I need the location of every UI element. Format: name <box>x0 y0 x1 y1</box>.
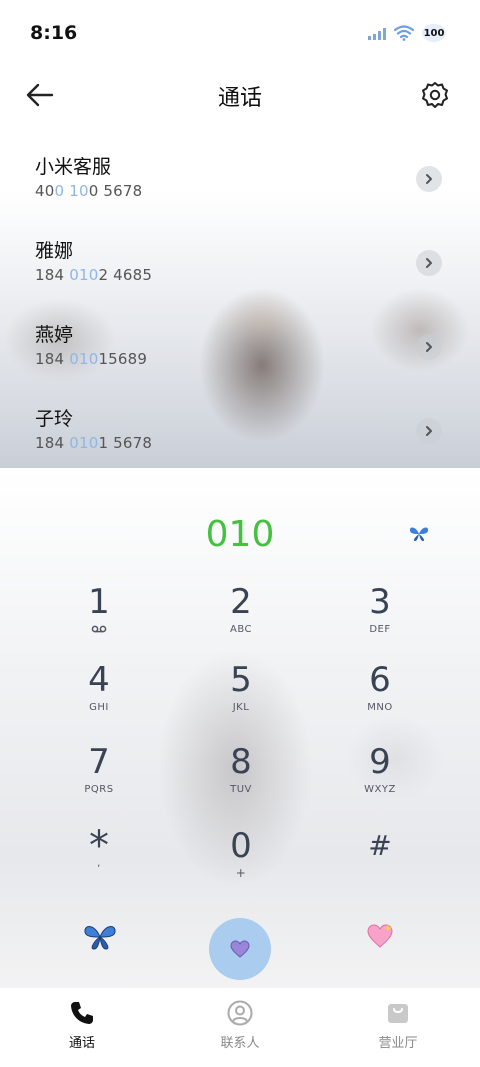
key-9[interactable]: 9 WXYZ <box>325 742 435 812</box>
contact-row-xiaomi-service[interactable]: 小米客服 400 100 5678 <box>0 152 480 236</box>
key-6[interactable]: 6 MNO <box>325 660 435 730</box>
contact-row-yana[interactable]: 雅娜 184 0102 4685 <box>0 236 480 320</box>
contact-number: 184 01015689 <box>35 350 148 368</box>
page-title: 通话 <box>217 86 262 111</box>
contact-detail-button[interactable] <box>416 418 442 444</box>
call-button[interactable] <box>209 918 271 980</box>
settings-button[interactable] <box>420 80 450 110</box>
contact-name: 子玲 <box>35 408 74 430</box>
status-icons: 100 <box>368 24 446 42</box>
contact-number: 184 0102 4685 <box>35 266 153 284</box>
chevron-right-icon <box>426 258 432 268</box>
butterfly-icon[interactable] <box>82 922 118 952</box>
contact-number: 400 100 5678 <box>35 182 143 200</box>
key-3[interactable]: 3 DEF <box>325 582 435 652</box>
key-star[interactable]: * , <box>44 826 154 896</box>
contact-number: 184 0101 5678 <box>35 434 153 452</box>
nav-tab-contacts[interactable]: 联系人 <box>180 1000 300 1051</box>
battery-indicator: 100 <box>422 24 446 42</box>
shopping-bag-icon <box>388 1004 408 1023</box>
key-5[interactable]: 5 JKL <box>186 660 296 730</box>
signal-icon <box>368 26 386 40</box>
gear-icon <box>422 82 448 108</box>
phone-icon <box>71 1002 93 1024</box>
nav-tab-store[interactable]: 营业厅 <box>338 1000 458 1051</box>
chevron-right-icon <box>426 426 432 436</box>
nav-label: 联系人 <box>220 1036 260 1051</box>
contact-detail-button[interactable] <box>416 250 442 276</box>
chevron-right-icon <box>426 342 432 352</box>
chevron-right-icon <box>426 174 432 184</box>
wifi-icon <box>394 25 414 41</box>
header: 通话 <box>0 70 480 120</box>
sparkle-heart-icon[interactable] <box>366 922 394 950</box>
key-4[interactable]: 4 GHI <box>44 660 154 730</box>
contact-row-ziling[interactable]: 子玲 184 0101 5678 <box>0 404 480 488</box>
status-time: 8:16 <box>30 22 78 44</box>
key-8[interactable]: 8 TUV <box>186 742 296 812</box>
contact-detail-button[interactable] <box>416 334 442 360</box>
key-7[interactable]: 7 PQRS <box>44 742 154 812</box>
contact-row-yanting[interactable]: 燕婷 184 01015689 <box>0 320 480 404</box>
nav-label: 通话 <box>68 1036 95 1051</box>
nav-label: 营业厅 <box>378 1036 418 1051</box>
contact-name: 雅娜 <box>35 240 74 262</box>
butterfly-icon[interactable] <box>408 525 430 543</box>
contact-name: 小米客服 <box>35 156 112 178</box>
key-0[interactable]: 0 + <box>186 826 296 896</box>
key-hash[interactable]: # <box>325 826 435 896</box>
person-icon <box>227 1000 253 1026</box>
key-2[interactable]: 2 ABC <box>186 582 296 652</box>
status-bar: 8:16 100 <box>0 0 480 66</box>
contact-name: 燕婷 <box>35 324 74 346</box>
bottom-nav: 通话 联系人 营业厅 <box>0 988 480 1067</box>
heart-icon <box>230 940 250 958</box>
voicemail-icon <box>91 625 107 633</box>
nav-tab-calls[interactable]: 通话 <box>22 1000 142 1051</box>
key-1[interactable]: 1 <box>44 582 154 652</box>
contact-detail-button[interactable] <box>416 166 442 192</box>
